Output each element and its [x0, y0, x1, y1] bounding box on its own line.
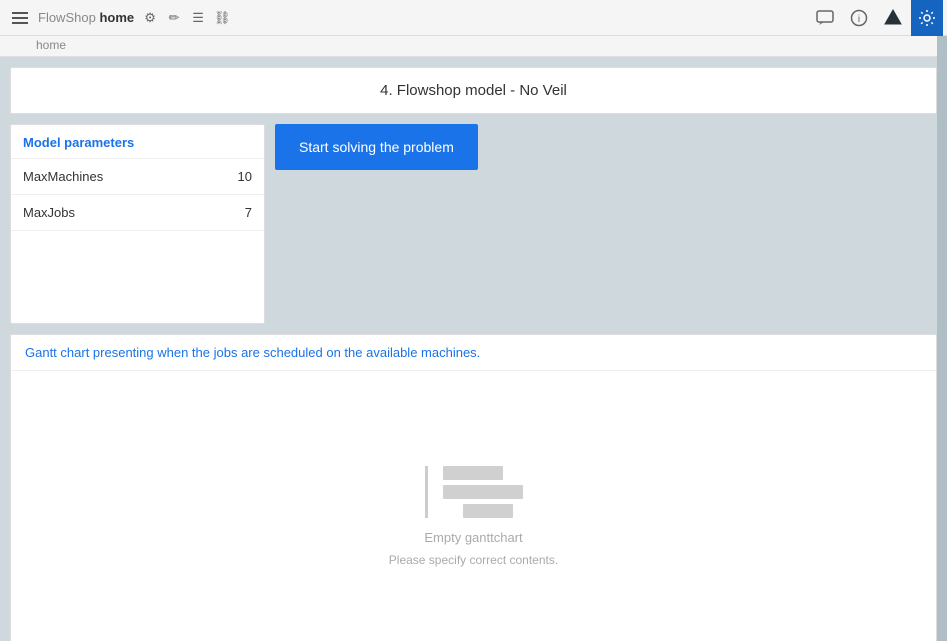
info-icon[interactable]: i: [843, 0, 875, 36]
param-name-maxjobs: MaxJobs: [23, 205, 75, 220]
svg-text:i: i: [858, 14, 860, 25]
empty-gantt-title: Empty ganttchart: [424, 530, 522, 545]
gantt-bar-1: [443, 466, 503, 480]
link-icon[interactable]: ⛓: [212, 8, 232, 28]
gear-settings-icon[interactable]: [911, 0, 943, 36]
app-name: FlowShop home: [38, 10, 134, 25]
empty-gantt-icon: [425, 466, 523, 518]
solve-button[interactable]: Start solving the problem: [275, 124, 478, 170]
gantt-bar-2: [443, 485, 523, 499]
prism-icon[interactable]: [877, 0, 909, 36]
gantt-section: Gantt chart presenting when the jobs are…: [10, 334, 937, 641]
model-params-title: Model parameters: [11, 125, 264, 159]
param-name-maxmachines: MaxMachines: [23, 169, 103, 184]
gantt-header: Gantt chart presenting when the jobs are…: [11, 335, 936, 371]
settings-icon[interactable]: ⚙: [140, 8, 160, 28]
content-row: Model parameters MaxMachines 10 MaxJobs …: [10, 124, 937, 324]
breadcrumb: home: [0, 36, 947, 57]
pencil-icon[interactable]: ✏: [164, 8, 184, 28]
param-row-maxmachines: MaxMachines 10: [11, 159, 264, 195]
gantt-icon-bars: [425, 466, 523, 518]
topbar: FlowShop home ⚙ ✏ ☰ ⛓ i: [0, 0, 947, 36]
param-value-maxjobs: 7: [245, 205, 252, 220]
gantt-body: Empty ganttchart Please specify correct …: [11, 371, 936, 641]
topbar-right-icons: i: [805, 0, 947, 35]
gantt-bar-3: [463, 504, 513, 518]
topbar-left: FlowShop home ⚙ ✏ ☰ ⛓: [0, 0, 805, 35]
hamburger-menu-icon[interactable]: [8, 8, 32, 28]
page-title: 4. Flowshop model - No Veil: [10, 67, 937, 114]
model-params-panel: Model parameters MaxMachines 10 MaxJobs …: [10, 124, 265, 324]
scrollbar[interactable]: [937, 36, 947, 641]
chat-icon[interactable]: [809, 0, 841, 36]
empty-gantt-subtitle: Please specify correct contents.: [389, 553, 558, 567]
main-content: 4. Flowshop model - No Veil Model parame…: [0, 57, 947, 641]
param-row-maxjobs: MaxJobs 7: [11, 195, 264, 231]
topbar-action-icons: ⚙ ✏ ☰ ⛓: [140, 8, 232, 28]
param-value-maxmachines: 10: [238, 169, 252, 184]
list-icon[interactable]: ☰: [188, 8, 208, 28]
